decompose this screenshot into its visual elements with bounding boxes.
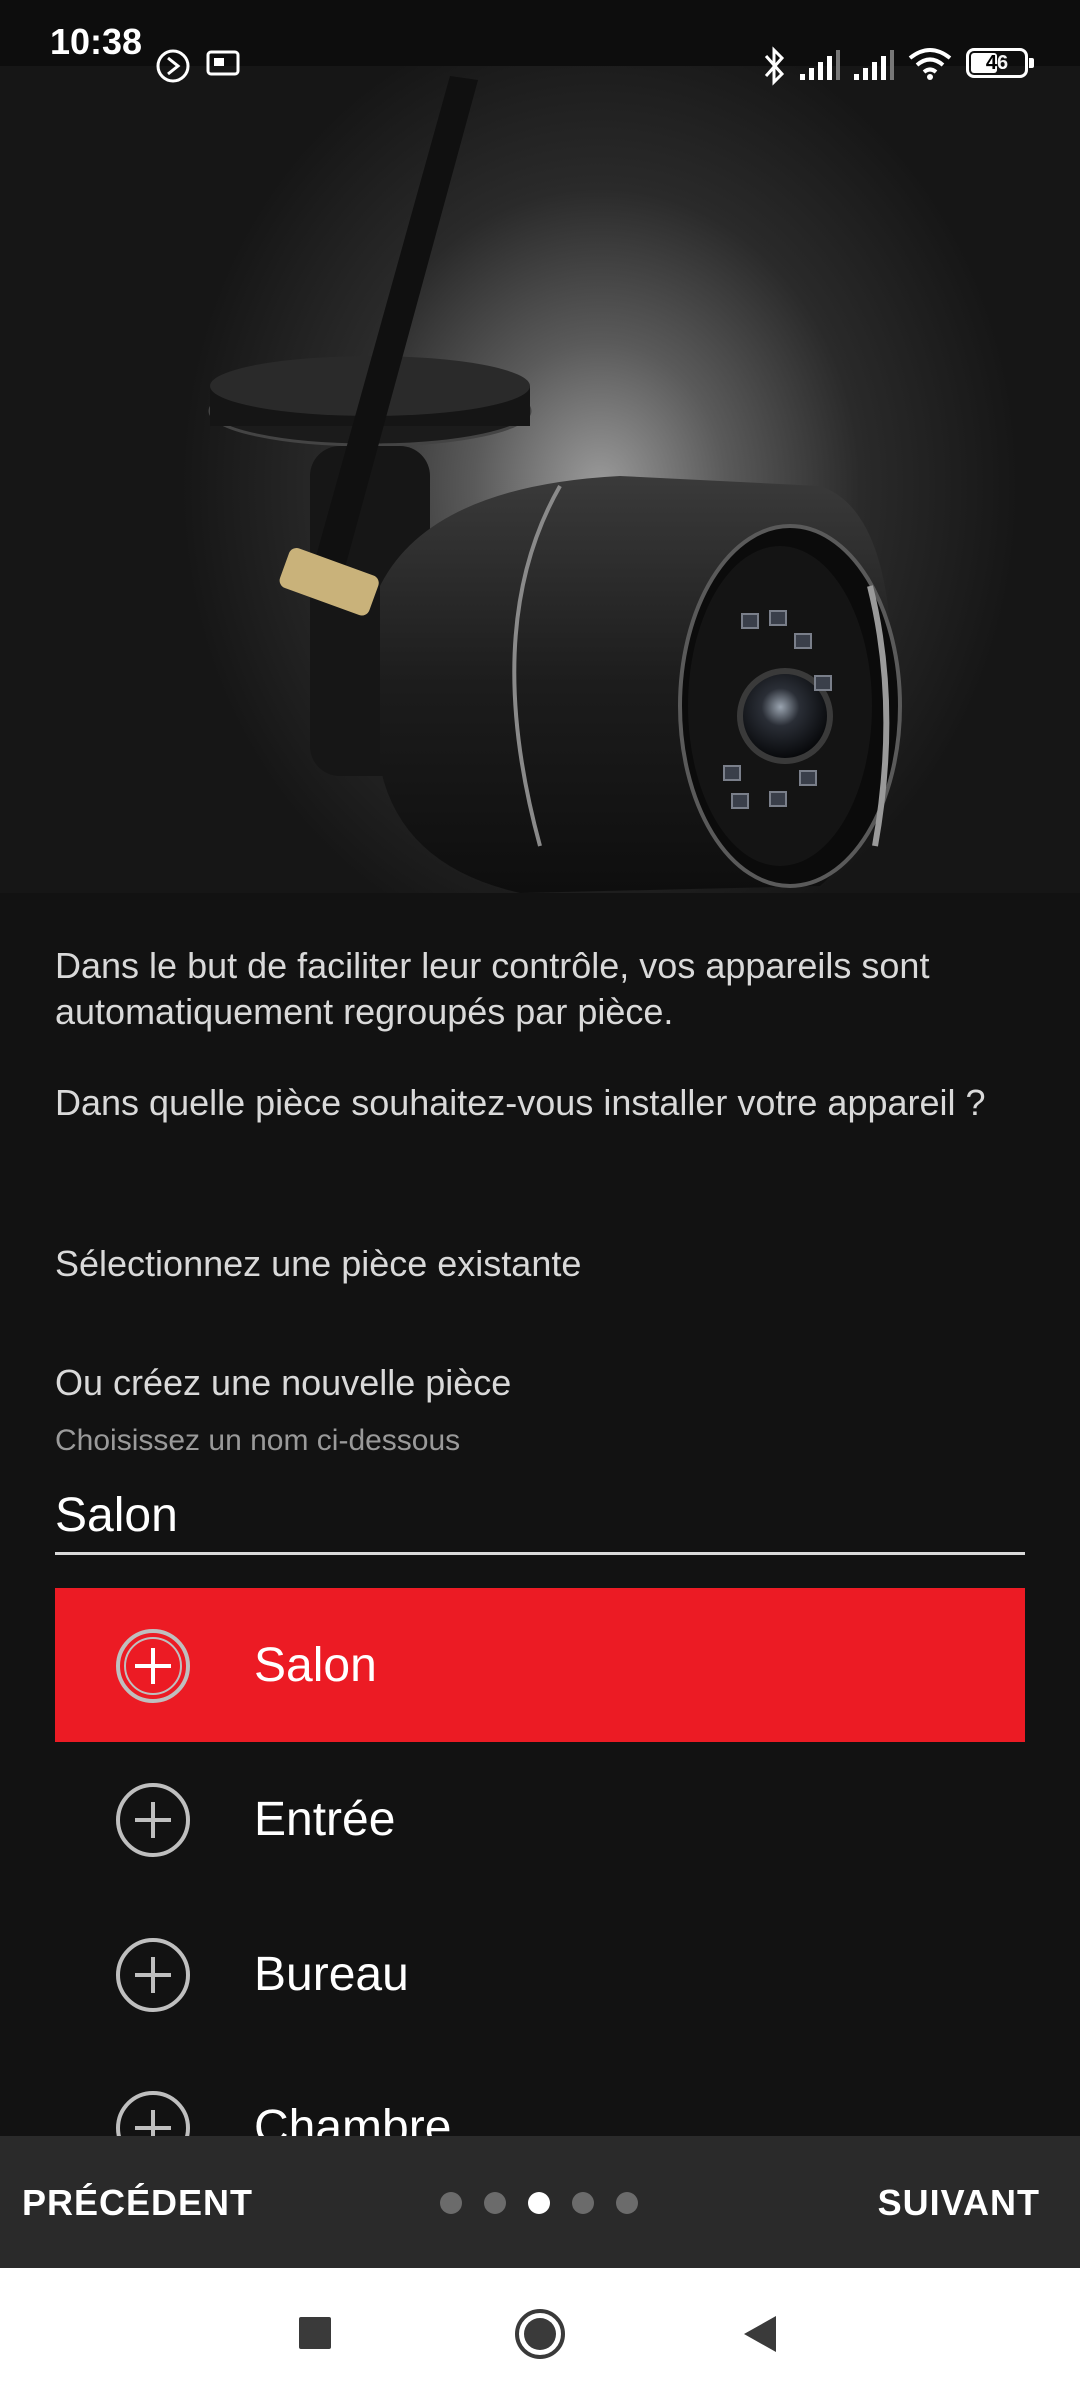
status-time: 10:38 — [50, 21, 143, 62]
page-dot — [616, 2192, 638, 2214]
bluetooth-icon — [764, 46, 785, 86]
next-button[interactable]: SUIVANT — [878, 2182, 1040, 2224]
add-circle-icon — [116, 1938, 190, 2012]
status-bar: 10:38 46 — [0, 0, 1080, 86]
room-option-bureau[interactable]: Bureau — [55, 1897, 1025, 2051]
camera-hero-image — [0, 66, 1080, 893]
signal-icon — [800, 50, 840, 80]
question-text: Dans quelle pièce souhaitez-vous install… — [55, 1082, 986, 1123]
page-dot-active — [528, 2192, 550, 2214]
signal-icon — [854, 50, 894, 80]
previous-button[interactable]: PRÉCÉDENT — [22, 2182, 253, 2224]
room-option-label: Entrée — [254, 1793, 396, 1846]
add-circle-icon — [116, 1783, 190, 1857]
new-room-hint: Choisissez un nom ci-dessous — [55, 1424, 461, 1457]
recent-apps-icon[interactable] — [298, 2316, 332, 2350]
back-icon[interactable] — [742, 2314, 778, 2354]
room-option-salon[interactable]: Salon — [55, 1588, 1025, 1742]
page-dot — [440, 2192, 462, 2214]
page-dot — [572, 2192, 594, 2214]
select-existing-room-link[interactable]: Sélectionnez une pièce existante — [55, 1243, 581, 1285]
battery-level: 46 — [985, 52, 1009, 74]
camera-illustration — [208, 76, 902, 893]
home-icon[interactable] — [514, 2308, 566, 2360]
battery-icon: 46 — [966, 48, 1034, 78]
wifi-icon — [908, 48, 952, 80]
sync-icon — [156, 49, 190, 83]
room-option-label: Salon — [254, 1639, 377, 1692]
cast-icon — [206, 50, 240, 76]
intro-text: Dans le but de faciliter leur contrôle, … — [55, 945, 930, 1032]
add-circle-icon — [116, 1629, 190, 1703]
new-room-label: Ou créez une nouvelle pièce — [55, 1362, 512, 1403]
page-indicator — [440, 2192, 640, 2216]
system-navigation-bar — [0, 2268, 1080, 2400]
room-option-label: Bureau — [254, 1948, 409, 2001]
room-name-input[interactable]: Salon — [55, 1480, 1025, 1555]
room-option-entree[interactable]: Entrée — [55, 1742, 1025, 1896]
wizard-navigation-bar: PRÉCÉDENT SUIVANT — [0, 2136, 1080, 2268]
page-dot — [484, 2192, 506, 2214]
